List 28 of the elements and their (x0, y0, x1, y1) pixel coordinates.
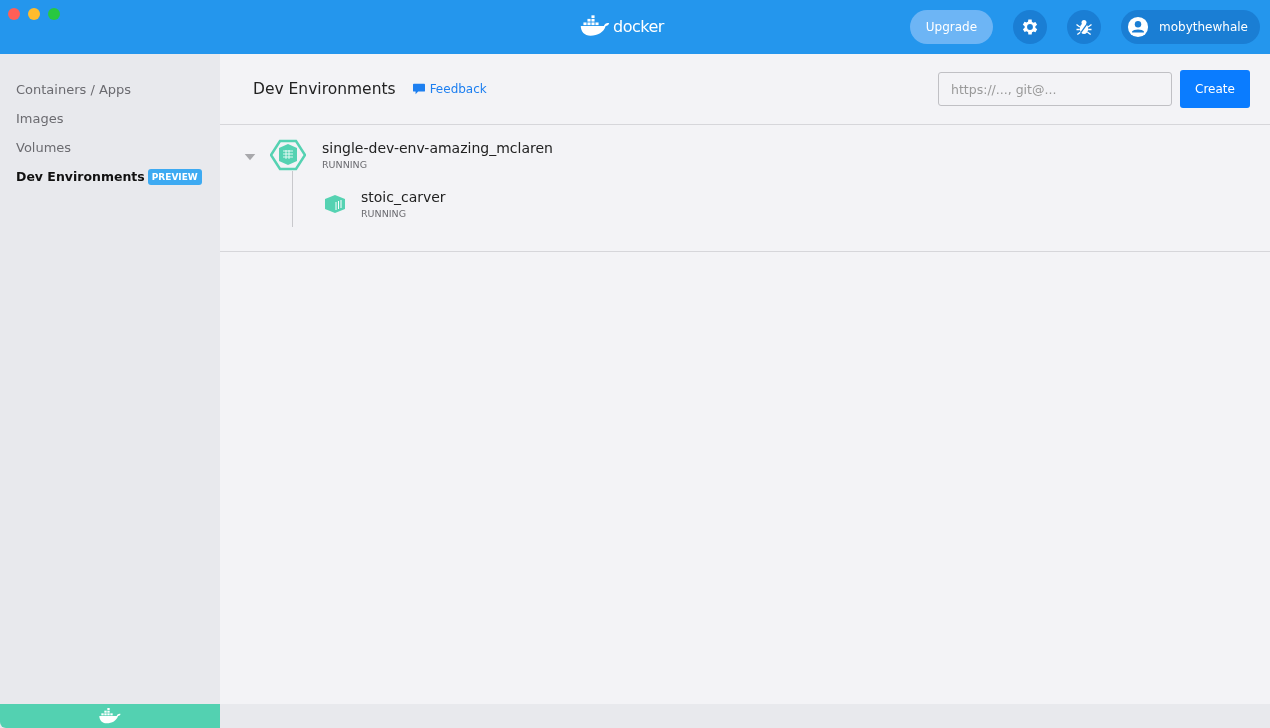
create-button[interactable]: Create (1180, 70, 1250, 108)
repository-url-field[interactable]: https://..., git@... (938, 72, 1172, 106)
speech-bubble-icon (411, 83, 426, 95)
container-name: stoic_carver (361, 189, 446, 205)
preview-badge: PREVIEW (147, 168, 202, 185)
status-text: RUNNING (361, 208, 408, 219)
bug-report-button[interactable] (1067, 10, 1102, 44)
caret-icon[interactable] (244, 153, 256, 161)
sidebar-item[interactable]: Images (0, 104, 220, 133)
feedback-link[interactable]: Feedback (411, 82, 487, 96)
sidebar-item[interactable]: Dev Environments PREVIEW (0, 162, 220, 191)
close-button[interactable] (8, 8, 20, 20)
bug-icon (1074, 17, 1095, 37)
status-text: RUNNING (322, 159, 369, 170)
container-icon (323, 194, 347, 214)
sidebar-item[interactable]: Containers / Apps (0, 75, 220, 104)
sidebar-item[interactable]: Volumes (0, 133, 220, 162)
avatar-icon (1127, 16, 1150, 38)
dev-environment-icon (270, 139, 306, 171)
settings-button[interactable] (1013, 10, 1048, 44)
account-button[interactable]: mobythewhale (1121, 10, 1260, 44)
whale-icon (579, 15, 611, 37)
logo-wordmark: docker (613, 16, 664, 36)
environment-name: single-dev-env-amazing_mclaren (322, 140, 553, 156)
zoom-button[interactable] (48, 8, 60, 20)
page-title: Dev Environments (253, 80, 396, 98)
minimize-button[interactable] (28, 8, 40, 20)
whale-icon (98, 708, 122, 724)
